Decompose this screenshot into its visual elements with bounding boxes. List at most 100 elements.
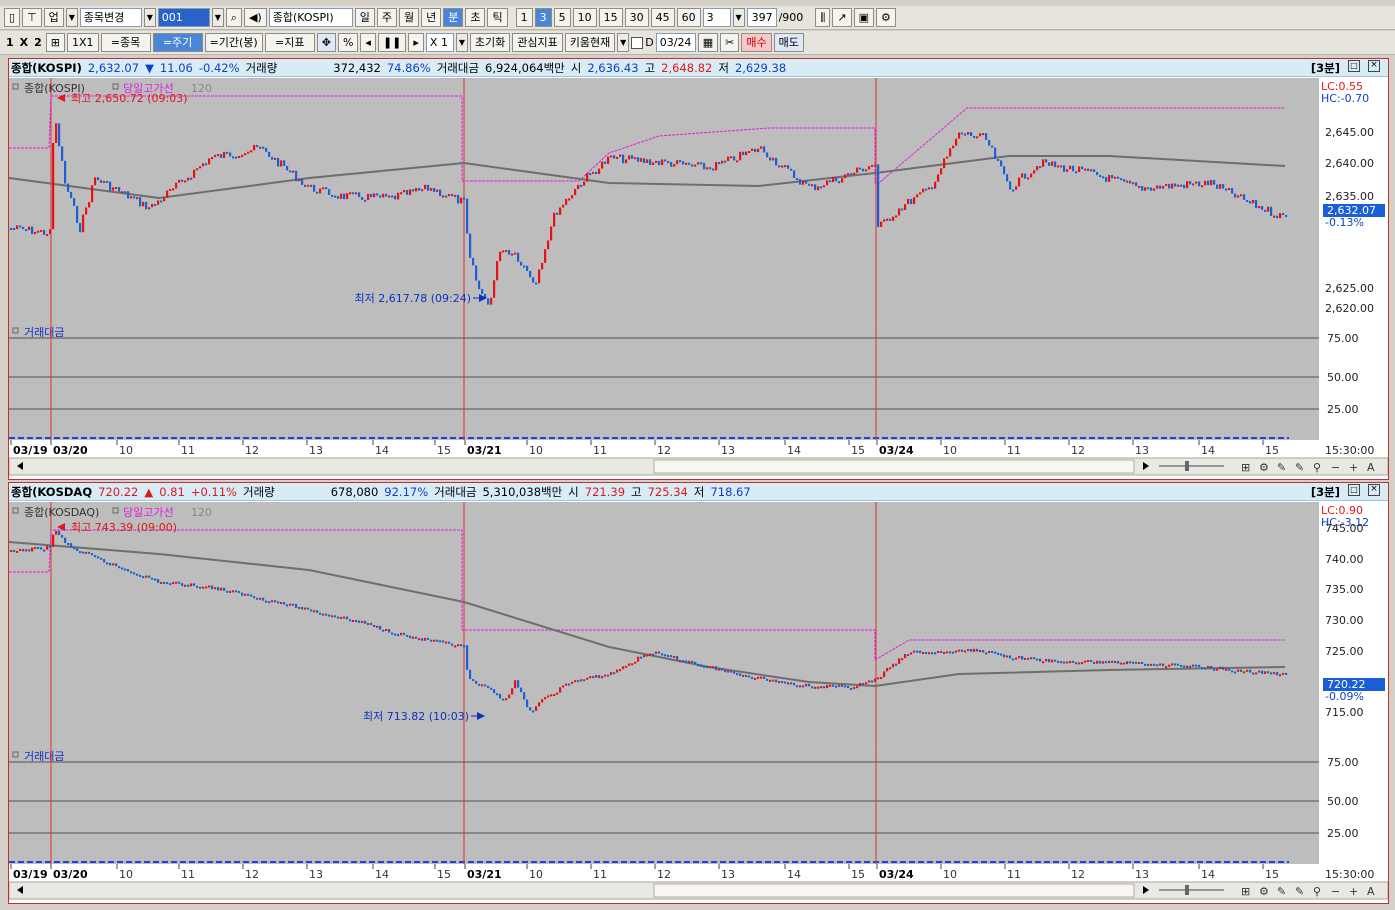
sync-range-button[interactable]: =기간(봉)	[204, 33, 263, 52]
candle	[481, 289, 484, 294]
period-tick[interactable]: 틱	[487, 8, 508, 27]
candle	[409, 189, 412, 195]
candle	[1030, 173, 1033, 178]
close-icon[interactable]: ×	[1368, 60, 1380, 72]
candle	[400, 192, 403, 195]
candle	[754, 148, 757, 153]
candle	[157, 200, 160, 205]
sync-stock-button[interactable]: =종목	[100, 33, 151, 52]
candle	[262, 146, 265, 149]
layout-x[interactable]: X	[18, 36, 30, 49]
code-combo[interactable]: 종목변경	[79, 8, 142, 27]
period-month[interactable]: 월	[398, 8, 420, 27]
chevron-down-icon[interactable]: ▼	[732, 8, 745, 27]
interval-30[interactable]: 30	[624, 8, 649, 27]
period-year[interactable]: 년	[421, 8, 442, 27]
maximize-icon[interactable]: □	[1348, 60, 1360, 72]
candle	[499, 251, 502, 262]
crosshair-icon[interactable]: ✥	[316, 33, 336, 52]
date-input[interactable]: 03/24	[655, 33, 696, 52]
candle	[511, 688, 514, 695]
scissors-icon[interactable]: ✂	[720, 33, 740, 52]
layout-1x1-button[interactable]: 1X1	[67, 33, 99, 52]
save-icon[interactable]: ▣	[853, 8, 874, 27]
kosdaq-chart-svg[interactable]: 75.0050.0025.00거래대금745.00740.00735.00730…	[9, 502, 1388, 902]
interval-10[interactable]: 10	[572, 8, 597, 27]
candle	[1159, 185, 1162, 189]
layout-1[interactable]: 1	[4, 36, 16, 49]
x-tick: 13	[1135, 444, 1149, 457]
candle	[757, 676, 760, 679]
candle	[58, 123, 61, 147]
candle	[1198, 664, 1201, 668]
candle	[274, 157, 277, 160]
candle	[817, 686, 820, 689]
close-icon[interactable]: ×	[1368, 484, 1380, 496]
kospi-chart-svg[interactable]: 75.00 50.00 25.00 거래대금 2,645.00 2,640.00 2,635…	[9, 78, 1388, 478]
interval-1[interactable]: 1	[515, 8, 533, 27]
buy-button[interactable]: 매수	[741, 33, 772, 52]
layout-2[interactable]: 2	[32, 36, 44, 49]
grid-icon[interactable]: ⊞	[45, 33, 66, 52]
chevron-down-icon[interactable]: ▼	[211, 8, 224, 27]
candle	[25, 549, 28, 552]
candle-icon[interactable]: ⫼	[815, 8, 831, 27]
period-second[interactable]: 초	[465, 8, 486, 27]
candle	[238, 591, 241, 594]
candle	[1024, 657, 1027, 660]
zoom-select[interactable]: X 1	[425, 33, 454, 52]
interval-45[interactable]: 45	[650, 8, 675, 27]
next-icon[interactable]: ▸	[408, 33, 424, 52]
speaker-icon[interactable]: ◀)	[243, 8, 267, 27]
sync-indicator-button[interactable]: =지표	[264, 33, 315, 52]
candle	[232, 590, 235, 593]
chevron-down-icon[interactable]: ▼	[617, 33, 630, 52]
candle	[742, 151, 745, 156]
candle	[493, 689, 496, 694]
interval-input[interactable]: 3	[702, 8, 731, 27]
reset-button[interactable]: 초기화	[469, 33, 511, 52]
toolbar-icon: ✎	[1295, 885, 1304, 898]
pause-icon[interactable]: ❚❚	[377, 33, 407, 52]
candle	[322, 613, 325, 616]
maximize-icon[interactable]: □	[1348, 484, 1360, 496]
x-tick: 10	[943, 444, 957, 457]
watch-indicator-button[interactable]: 관심지표	[512, 33, 563, 52]
candle	[1144, 187, 1147, 191]
sell-button[interactable]: 매도	[773, 33, 804, 52]
code-input[interactable]: 001	[157, 8, 210, 27]
candle	[730, 670, 733, 673]
candle	[745, 151, 748, 156]
search-icon[interactable]: ⌕	[225, 8, 242, 27]
candle	[898, 658, 901, 664]
interval-15[interactable]: 15	[598, 8, 623, 27]
prev-icon[interactable]: ◂	[360, 33, 376, 52]
kiwoom-current-button[interactable]: 키움현재	[564, 33, 616, 52]
candle	[946, 651, 949, 654]
top-icon[interactable]: ⊤	[22, 8, 42, 27]
interval-5[interactable]: 5	[553, 8, 571, 27]
market-select[interactable]: 업	[43, 8, 64, 27]
chevron-down-icon[interactable]: ▼	[455, 33, 468, 52]
count-input[interactable]: 397	[746, 8, 777, 27]
interval-3[interactable]: 3	[534, 8, 552, 27]
chevron-down-icon[interactable]: ▼	[65, 8, 78, 27]
calendar-icon[interactable]: ▦	[697, 33, 719, 52]
trend-icon[interactable]: ↗	[832, 8, 852, 27]
gear-icon[interactable]: ⚙	[875, 8, 896, 27]
percent-button[interactable]: %	[337, 33, 359, 52]
chevron-down-icon[interactable]: ▼	[143, 8, 156, 27]
period-minute[interactable]: 분	[443, 8, 464, 27]
candle	[484, 684, 487, 687]
pin-icon[interactable]: ▯	[4, 8, 21, 27]
candle	[940, 168, 943, 175]
candle	[445, 641, 448, 644]
period-day[interactable]: 일	[354, 8, 375, 27]
sync-period-button[interactable]: =주기	[152, 33, 203, 52]
date-checkbox[interactable]	[631, 36, 644, 49]
candle	[826, 180, 829, 186]
interval-60[interactable]: 60	[676, 8, 701, 27]
candle	[298, 606, 301, 609]
period-week[interactable]: 주	[376, 8, 397, 27]
candle	[349, 192, 352, 195]
